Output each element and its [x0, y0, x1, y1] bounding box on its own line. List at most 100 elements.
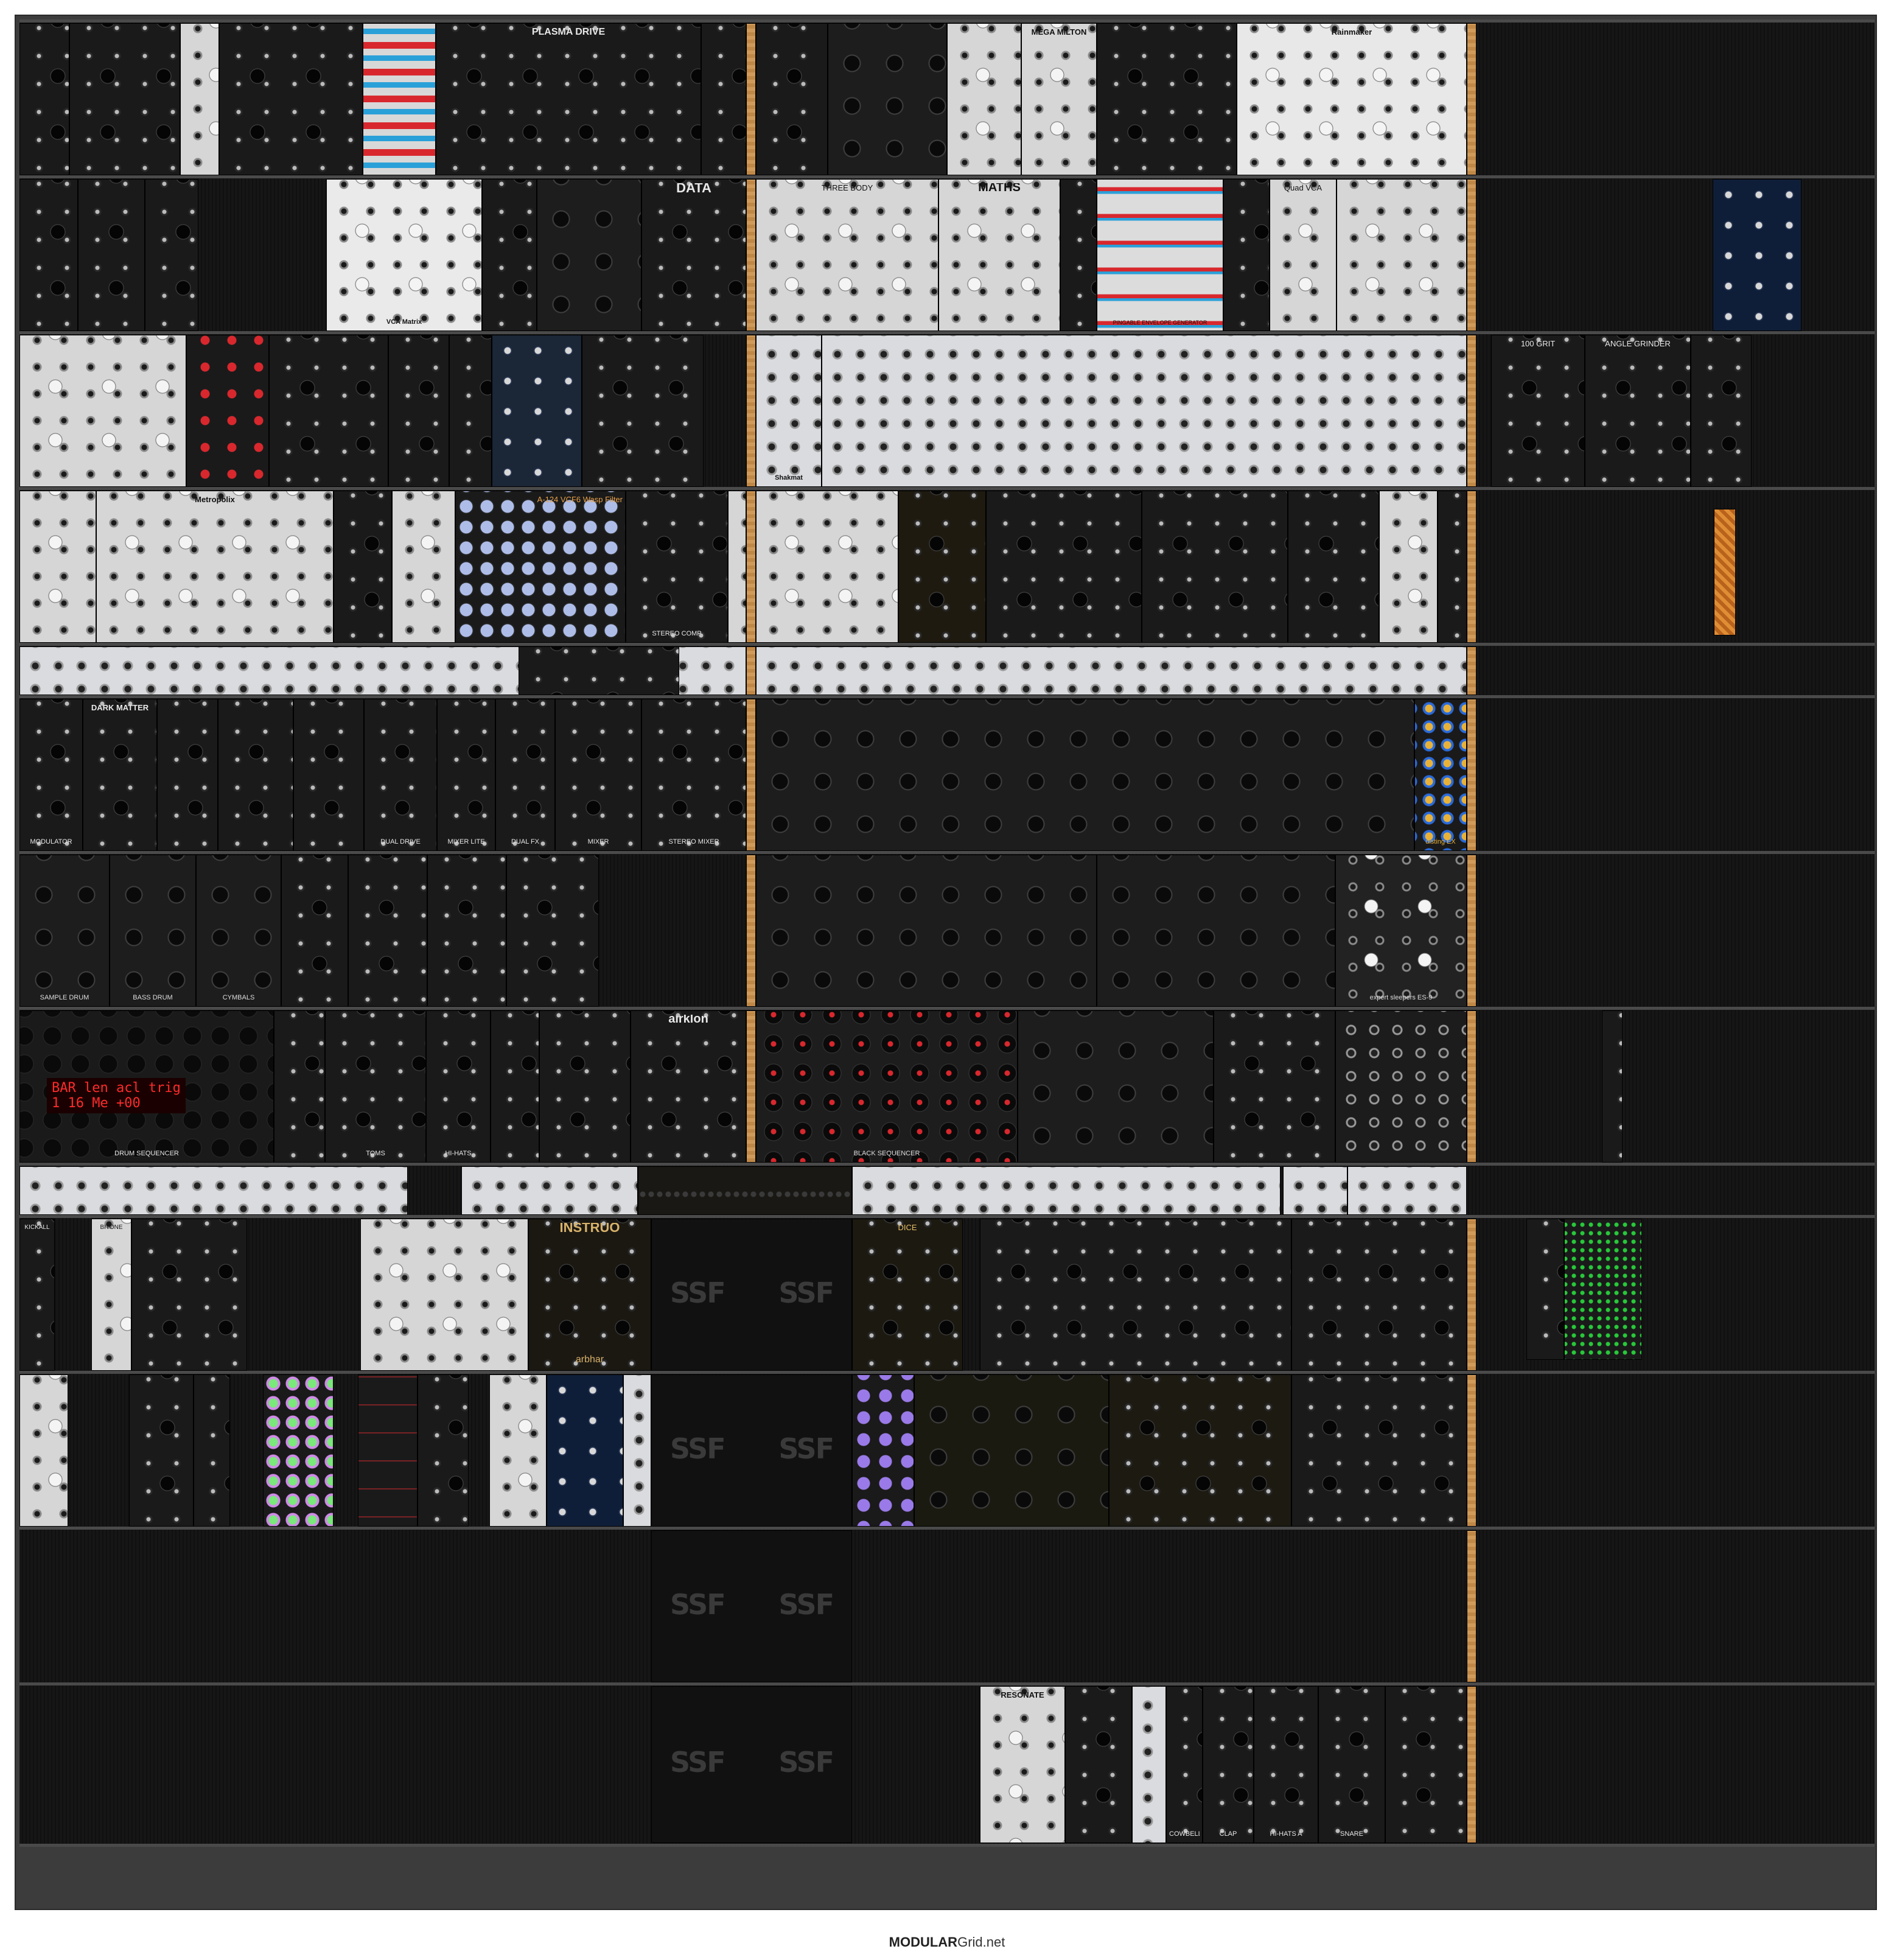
- module-1u-strip-b[interactable]: [461, 1166, 638, 1215]
- module-silver-mixer[interactable]: [947, 23, 1021, 175]
- module-matrix-b[interactable]: [129, 1374, 194, 1527]
- module-clap[interactable]: CLAP: [1203, 1686, 1254, 1843]
- module-modulator[interactable]: MODULATOR: [19, 699, 83, 851]
- module-small-util[interactable]: [1602, 1010, 1623, 1163]
- module-hi-hats[interactable]: HI-HATS: [426, 1010, 491, 1163]
- module-intellijel-small[interactable]: [1379, 491, 1438, 643]
- module-dagmariell[interactable]: [756, 23, 828, 175]
- module-dead-crows[interactable]: [157, 699, 218, 851]
- module-black-spring-reverb[interactable]: [218, 699, 293, 851]
- module-stereo-mixer[interactable]: STEREO MIXER: [641, 699, 746, 851]
- module-polaris[interactable]: [1288, 491, 1379, 643]
- module-silver-mult[interactable]: [623, 1374, 651, 1527]
- module-1u-strip-a[interactable]: [19, 1166, 408, 1215]
- module-vortices[interactable]: [1142, 491, 1288, 643]
- module-varigate[interactable]: [756, 491, 898, 643]
- module-effects[interactable]: [537, 179, 641, 331]
- module-linix[interactable]: [1335, 1010, 1467, 1163]
- module-disting-ex[interactable]: disting EX: [1414, 699, 1467, 851]
- module-ultra-random[interactable]: [388, 335, 449, 487]
- module-bulldozer[interactable]: [1691, 335, 1752, 487]
- module-dc-mix-vca[interactable]: [186, 335, 269, 487]
- module-metropolix-mini[interactable]: [19, 491, 96, 643]
- module-rainmaker[interactable]: Rainmaker: [1237, 23, 1467, 175]
- module-ssf-blank-2[interactable]: SSF SSF: [651, 1374, 852, 1527]
- module-black-dual-eg[interactable]: [1214, 1010, 1335, 1163]
- module-black-stereo[interactable]: [1065, 1686, 1132, 1843]
- module-snare[interactable]: SNARE: [1318, 1686, 1385, 1843]
- module-trestle[interactable]: [449, 335, 492, 487]
- module-loquelic[interactable]: [1097, 23, 1237, 175]
- module-mixer-lite[interactable]: MIXER LITE: [437, 699, 495, 851]
- module-mixer[interactable]: MIXER: [555, 699, 641, 851]
- module-dice[interactable]: DICE: [852, 1219, 963, 1371]
- module-metropolix-mini-2[interactable]: [19, 1374, 68, 1527]
- module-1u-strip-d[interactable]: [1283, 1166, 1347, 1215]
- module-angle-grinder[interactable]: ANGLE GRINDER: [1585, 335, 1691, 487]
- module-kickall[interactable]: KICKALL: [19, 1219, 55, 1371]
- module-black-wavetable-vco[interactable]: [756, 855, 1097, 1007]
- module-gen-word[interactable]: [19, 179, 78, 331]
- module-matrix[interactable]: [145, 179, 198, 331]
- module-data[interactable]: DATA: [641, 179, 746, 331]
- module-bitone[interactable]: BITONE: [91, 1219, 131, 1371]
- module-1u-strip-c[interactable]: [852, 1166, 1281, 1215]
- module-dual-adsr[interactable]: [1060, 179, 1097, 331]
- module-cascade[interactable]: [131, 1219, 247, 1371]
- module-pingable-envelope[interactable]: PINGABLE ENVELOPE GENERATOR: [1097, 179, 1223, 331]
- module-mesmerizer[interactable]: [1713, 179, 1801, 331]
- module-toms[interactable]: TOMS: [325, 1010, 426, 1163]
- module-lapsus[interactable]: [1223, 179, 1270, 331]
- module-zero[interactable]: [180, 23, 219, 175]
- module-bass-drum[interactable]: BASS DRUM: [110, 855, 196, 1007]
- module-three-body[interactable]: THREE BODY: [756, 179, 938, 331]
- module-doepfer[interactable]: [728, 491, 746, 643]
- module-a124-wasp[interactable]: A-124 VCF6 Wasp Filter: [455, 491, 626, 643]
- module-drum-sequencer[interactable]: BAR len acl trig 1 16 Me +00 DRUM SEQUEN…: [19, 1010, 274, 1163]
- module-plasma-drive[interactable]: PLASMA DRIVE: [436, 23, 701, 175]
- module-cymbals[interactable]: CYMBALS: [196, 855, 281, 1007]
- module-cursus[interactable]: [219, 23, 363, 175]
- module-black-vco-2[interactable]: [482, 179, 537, 331]
- module-black-quad-vca[interactable]: [1018, 1010, 1214, 1163]
- module-go[interactable]: [334, 491, 392, 643]
- module-ornament[interactable]: [986, 491, 1142, 643]
- module-ultra-perc[interactable]: [427, 855, 506, 1007]
- module-pecca[interactable]: [19, 23, 69, 175]
- module-ripples[interactable]: [1291, 1219, 1467, 1371]
- module-sequence-bank[interactable]: [822, 335, 1467, 487]
- module-navy-filter[interactable]: [547, 1374, 623, 1527]
- module-dual-fx[interactable]: DUAL FX: [495, 699, 555, 851]
- module-vca-matrix[interactable]: VCA Matrix: [326, 179, 482, 331]
- module-black-stereo-delay[interactable]: [701, 23, 746, 175]
- module-shakmat[interactable]: Shakmat: [756, 335, 822, 487]
- module-morphing-mixer[interactable]: [1109, 1374, 1291, 1527]
- module-snare-drum[interactable]: [281, 855, 348, 1007]
- module-colored-vca[interactable]: [363, 23, 436, 175]
- module-100-grit[interactable]: 100 GRIT: [1491, 335, 1585, 487]
- module-ssf-blank-3[interactable]: SSF SSF: [651, 1530, 852, 1682]
- module-pncnl[interactable]: [914, 1374, 1109, 1527]
- module-hi-hats-a[interactable]: HI-HATS A: [1254, 1686, 1318, 1843]
- module-1u-right-strip[interactable]: [756, 646, 1467, 695]
- module-black-sequencer[interactable]: BLACK SEQUENCER: [756, 1010, 1018, 1163]
- module-micro-panner[interactable]: [1337, 179, 1467, 331]
- module-dual-drive[interactable]: DUAL DRIVE: [364, 699, 437, 851]
- module-black-modulator[interactable]: [1097, 855, 1335, 1007]
- module-black-output[interactable]: [1385, 1686, 1467, 1843]
- module-cowbell[interactable]: COWBELL: [1166, 1686, 1203, 1843]
- module-gold-sequencer[interactable]: [898, 491, 986, 643]
- module-robotic[interactable]: [293, 699, 364, 851]
- module-varb[interactable]: [358, 1374, 418, 1527]
- module-mult[interactable]: [274, 1010, 325, 1163]
- module-maths[interactable]: MATHS: [938, 179, 1060, 331]
- module-resonate[interactable]: RESONATE: [980, 1686, 1065, 1843]
- module-ssf-blank[interactable]: SSF SSF: [651, 1219, 852, 1371]
- module-es9[interactable]: expert sleepers ES-9: [1335, 855, 1467, 1007]
- module-stereo-dipole[interactable]: [582, 335, 704, 487]
- module-wasp-filter-screen[interactable]: [392, 491, 455, 643]
- module-dcf-x[interactable]: [263, 1374, 334, 1527]
- module-lightbath[interactable]: [418, 1374, 469, 1527]
- module-silver-util[interactable]: [1132, 1686, 1166, 1843]
- module-ssf-blank-4[interactable]: SSF SSF: [651, 1686, 852, 1843]
